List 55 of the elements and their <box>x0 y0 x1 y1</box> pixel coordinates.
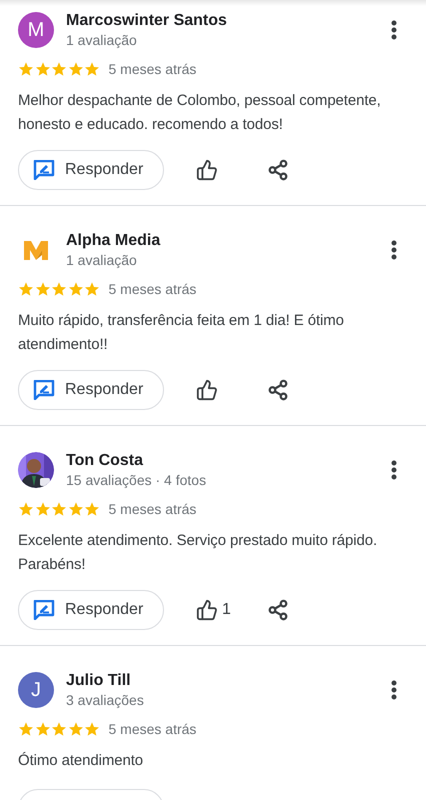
review-text: Melhor despachante de Colombo, pessoal competente, honesto e educado. recomendo a todos! <box>17 91 382 135</box>
more-icon <box>391 240 397 260</box>
star-icon <box>68 61 84 77</box>
more-icon <box>391 460 397 480</box>
reviewer-meta: 1 avaliação <box>66 251 138 269</box>
share-icon <box>266 599 289 621</box>
reviewer-name: Ton Costa <box>66 451 144 471</box>
star-icon <box>68 501 84 517</box>
star-icon <box>84 281 100 297</box>
more-icon <box>391 680 397 700</box>
review-time: 5 meses atrás <box>108 280 196 298</box>
review-text: Muito rápido, transferência feita em 1 dia! E ótimo atendimento!! <box>17 311 345 355</box>
star-icon <box>51 61 67 77</box>
star-icon <box>34 281 50 297</box>
edit-message-icon <box>33 380 55 400</box>
edit-message-icon <box>33 160 55 180</box>
star-icon <box>84 721 100 737</box>
review-time: 5 meses atrás <box>108 720 196 738</box>
star-icon <box>84 61 100 77</box>
like-button[interactable]: 1 <box>196 590 231 630</box>
avatar: M <box>18 12 54 48</box>
thumbs-up-icon <box>196 379 218 401</box>
more-icon <box>391 20 397 40</box>
star-icon <box>34 721 50 737</box>
star-icon <box>51 281 67 297</box>
thumbs-up-icon <box>196 599 218 621</box>
reviewer-name: Julio Till <box>66 671 132 691</box>
review-text: Excelente atendimento. Serviço prestado muito rápido. Parabéns! <box>17 531 378 575</box>
reviewer-name: Alpha Media <box>66 231 162 251</box>
star-icon <box>51 721 67 737</box>
edit-message-icon <box>33 600 55 620</box>
star-icon <box>84 501 100 517</box>
star-icon <box>68 281 84 297</box>
reviewer-meta: 1 avaliação <box>66 31 138 49</box>
share-icon <box>267 379 289 401</box>
reply-button[interactable]: Responder <box>18 150 164 190</box>
star-icon <box>18 281 34 297</box>
share-icon <box>267 159 289 181</box>
review-time: 5 meses atrás <box>108 60 196 78</box>
star-icon <box>18 721 34 737</box>
avatar: J <box>18 672 54 708</box>
reply-button[interactable]: Responder <box>18 590 164 630</box>
review-time: 5 meses atrás <box>108 500 196 518</box>
star-icon <box>18 501 34 517</box>
thumbs-up-icon <box>196 159 218 181</box>
star-icon <box>34 501 50 517</box>
reviewer-meta: 15 avaliações · 4 fotos <box>66 471 208 489</box>
review-text: Ótimo atendimento <box>17 751 144 771</box>
star-icon <box>68 721 84 737</box>
star-icon <box>34 61 50 77</box>
reply-button[interactable]: Responder <box>18 370 164 410</box>
reviewer-name: Marcoswinter Santos <box>66 11 228 31</box>
star-icon <box>18 61 34 77</box>
reviewer-meta: 3 avaliações <box>66 691 145 709</box>
star-icon <box>51 501 67 517</box>
